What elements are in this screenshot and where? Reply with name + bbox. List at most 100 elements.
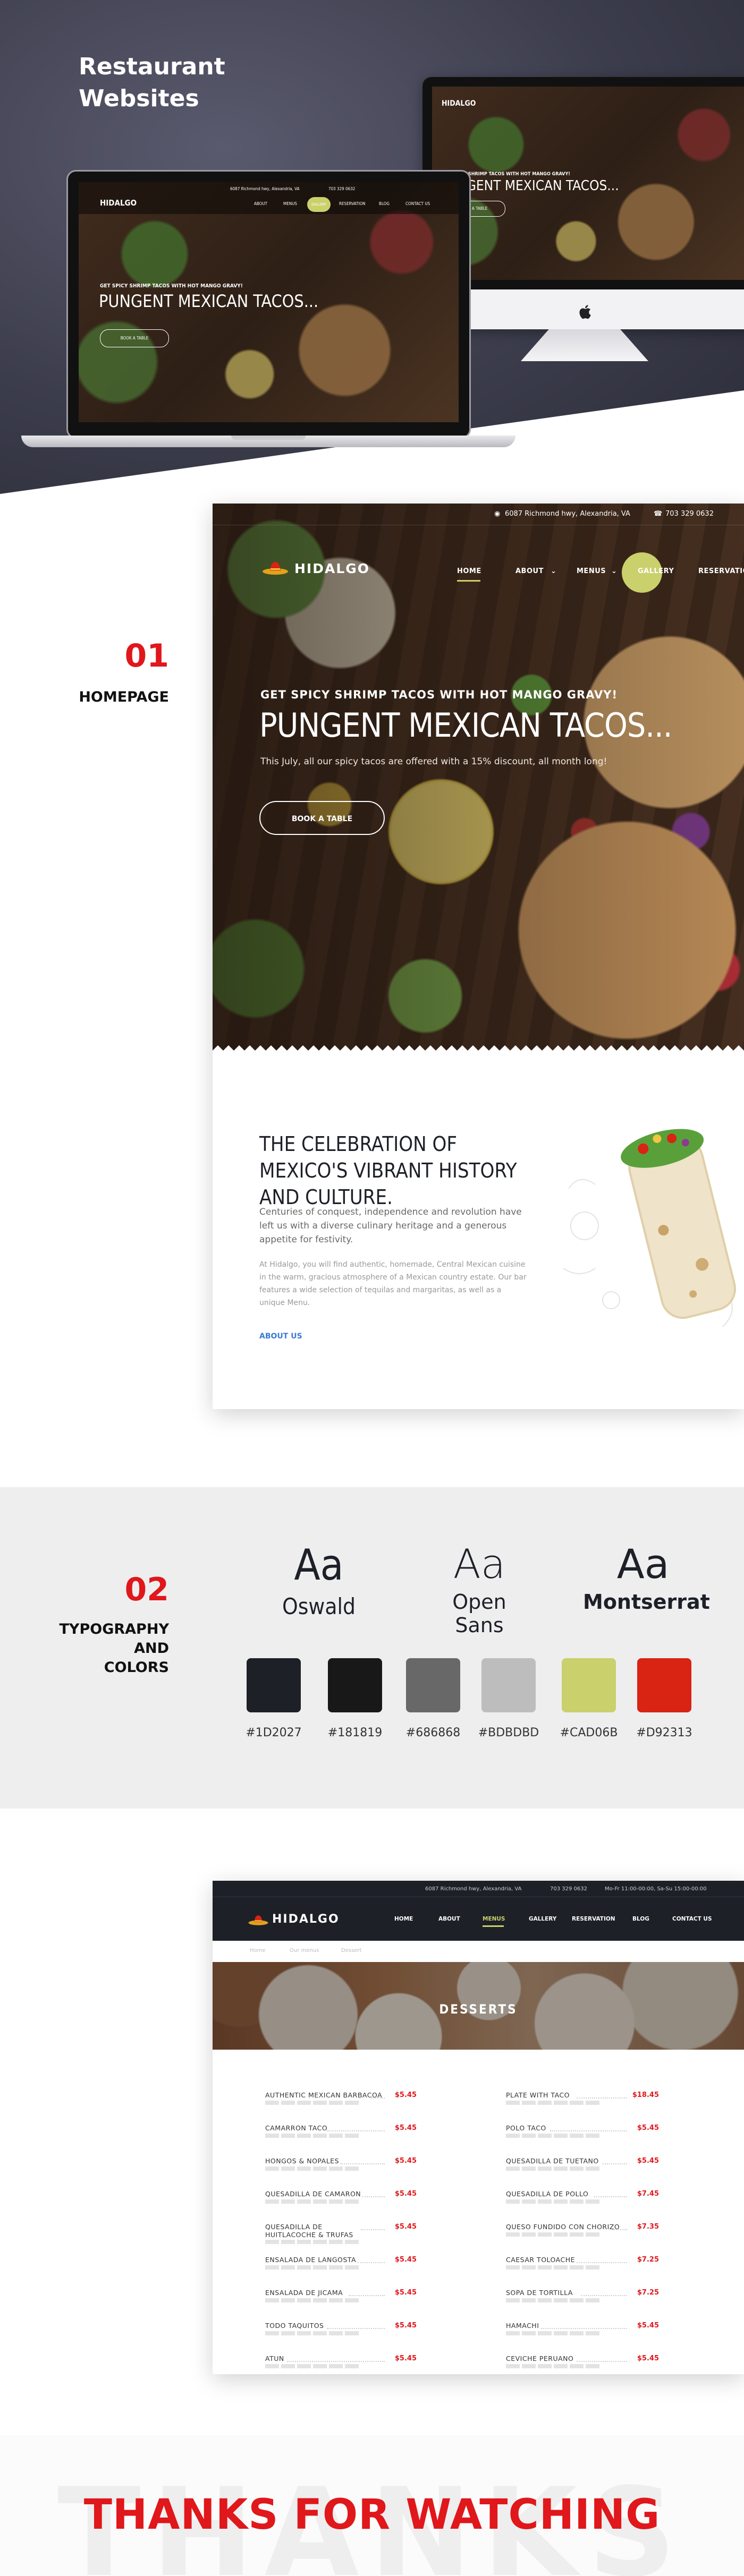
breadcrumb-menus[interactable]: Our menus — [290, 1948, 319, 1954]
sombrero-logo-icon[interactable] — [261, 558, 289, 577]
about-lead: Centuries of conquest, independence and … — [259, 1207, 522, 1245]
topbar-location-icon: ◉ — [494, 510, 501, 518]
menu-left-item-description — [265, 2134, 361, 2138]
menu-right-item-price: $5.45 — [637, 2355, 659, 2362]
macbook-nav-gallery[interactable]: GALLERY — [307, 197, 331, 212]
menu-left-item-description — [265, 2364, 361, 2368]
macbook-notch — [231, 436, 306, 440]
macbook-nav-about[interactable]: ABOUT — [254, 201, 267, 206]
breadcrumb-home[interactable]: Home — [250, 1948, 266, 1954]
nav-gallery[interactable]: GALLERY — [638, 567, 674, 575]
font-sample-oswald: Aa — [294, 1540, 344, 1590]
menu-nav-contact[interactable]: CONTACT US — [672, 1916, 712, 1922]
nav-menus[interactable]: MENUS — [577, 567, 606, 575]
font-name-montserrat: Montserrat — [583, 1590, 710, 1614]
menu-left-item-leader — [371, 2097, 385, 2099]
section-number-homepage: 01 — [124, 637, 170, 675]
imac-brand: HIDALGO — [442, 99, 476, 108]
about-us-link[interactable]: ABOUT US — [259, 1332, 302, 1341]
typography-colors-section: 02 TYPOGRAPHY AND COLORS Aa Oswald Aa Op… — [0, 1487, 744, 1809]
homepage-mockup: ◉ 6087 Richmond hwy, Alexandria, VA ☎ 70… — [213, 504, 744, 1409]
menu-nav-blog[interactable]: BLOG — [632, 1916, 649, 1922]
menu-brand[interactable]: HIDALGO — [272, 1913, 340, 1926]
topbar-phone-icon: ☎ — [654, 510, 663, 518]
menu-left-item-price: $5.45 — [394, 2091, 417, 2099]
macbook-brand: HIDALGO — [100, 198, 137, 208]
hero-title: Restaurant Websites — [79, 51, 270, 115]
menu-right-item-description — [506, 2364, 602, 2368]
hero-subtext: This July, all our spicy tacos are offer… — [260, 756, 607, 767]
menu-left-item-price: $5.45 — [394, 2355, 417, 2362]
menu-right-item-price: $7.25 — [637, 2289, 659, 2297]
hero-headline: PUNGENT MEXICAN TACOS... — [259, 706, 672, 745]
nav-home[interactable]: HOME — [457, 567, 481, 575]
menu-right-item-description — [506, 2199, 602, 2204]
menu-nav-reservation[interactable]: RESERVATION — [572, 1916, 615, 1922]
menu-nav-menus-underline — [483, 1925, 504, 1927]
menu-topbar-hours: Mo-Fr 11:00-00:00, Sa-Su 15:00-00:00 — [605, 1886, 707, 1892]
macbook-headline: PUNGENT MEXICAN TACOS... — [99, 291, 319, 311]
menu-sombrero-logo-icon[interactable] — [248, 1912, 269, 1927]
menu-left-item-leader — [361, 2229, 385, 2230]
menu-left-item-price: $5.45 — [394, 2223, 417, 2231]
swatch-label-6: #D92313 — [636, 1726, 692, 1739]
swatch-label-3: #686868 — [405, 1726, 461, 1739]
macbook-nav-contact[interactable]: CONTACT US — [405, 201, 430, 206]
menu-left-item-price: $5.45 — [394, 2256, 417, 2264]
section-label-typography: TYPOGRAPHY AND COLORS — [32, 1620, 170, 1677]
menu-left-item-name: CAMARRON TACO — [265, 2124, 328, 2132]
menu-right-item-leader — [612, 2229, 627, 2230]
nav-home-underline — [457, 580, 480, 582]
swatch-color-1 — [247, 1658, 301, 1712]
macbook-book-button[interactable]: BOOK A TABLE — [100, 329, 169, 347]
section-label-line1: TYPOGRAPHY — [59, 1621, 170, 1637]
menu-right-item-description — [506, 2134, 602, 2138]
section-number-typography: 02 — [124, 1571, 170, 1608]
nav-menus-chevron-icon: ⌄ — [611, 567, 618, 575]
menu-right-item-leader — [594, 2196, 627, 2197]
menu-topbar-phone: 703 329 0632 — [550, 1886, 587, 1892]
nav-about[interactable]: ABOUT — [515, 567, 544, 575]
menu-right-item-leader — [549, 2130, 627, 2131]
macbook-nav-reservation[interactable]: RESERVATION — [339, 201, 366, 206]
font-name-oswald: Oswald — [282, 1593, 356, 1619]
menu-left-item-leader — [340, 2163, 385, 2164]
nav-reservation[interactable]: RESERVATIO — [698, 567, 744, 575]
menu-right-item-name: QUESADILLA DE POLLO — [506, 2190, 589, 2198]
menu-nav-gallery[interactable]: GALLERY — [529, 1916, 556, 1922]
homepage-nav: HIDALGO HOME ABOUT ⌄ MENUS ⌄ GALLERY RES… — [213, 525, 744, 593]
macbook-nav-menus[interactable]: MENUS — [283, 201, 297, 206]
macbook-nav-blog[interactable]: BLOG — [379, 201, 390, 206]
menu-left-item-name: QUESADILLA DE HUITLACOCHE & TRUFAS — [265, 2223, 353, 2239]
menu-left-item-leader — [326, 2328, 385, 2329]
about-body: At Hidalgo, you will find authentic, hom… — [259, 1260, 527, 1307]
menu-left-item-description — [265, 2298, 361, 2302]
menu-right-item-leader — [576, 2097, 627, 2099]
section-label-line2: AND — [134, 1640, 169, 1657]
menu-left-item-leader — [349, 2295, 385, 2296]
hero-title-line2: Websites — [79, 85, 199, 112]
book-table-button[interactable]: BOOK A TABLE — [259, 801, 385, 835]
menu-right-item-description — [506, 2166, 602, 2171]
menu-right-item-leader — [541, 2328, 627, 2329]
imac-stand — [521, 329, 648, 361]
menu-right-item-name: CEVICHE PERUANO — [506, 2355, 574, 2362]
menu-nav-menus[interactable]: MENUS — [483, 1916, 505, 1922]
menu-right-item-leader — [576, 2361, 627, 2362]
menu-left-item-name: TODO TAQUITOS — [265, 2322, 324, 2330]
homepage-topbar: ◉ 6087 Richmond hwy, Alexandria, VA ☎ 70… — [213, 504, 744, 525]
menu-left-item-name: QUESADILLA DE CAMARON — [265, 2190, 361, 2198]
menu-nav-about[interactable]: ABOUT — [438, 1916, 460, 1922]
desserts-title: DESSERTS — [439, 2002, 518, 2017]
font-sample-open-sans: Aa — [453, 1540, 506, 1588]
thanks-section: THANKS THANKS FOR WATCHING — [0, 2435, 744, 2576]
burrito-illustration — [563, 1129, 736, 1327]
menu-left-item-name: HONGOS & NOPALES — [265, 2157, 340, 2165]
section-label-homepage: HOMEPAGE — [79, 689, 169, 705]
hero-kicker: GET SPICY SHRIMP TACOS WITH HOT MANGO GR… — [260, 688, 618, 701]
menu-right-item-name: POLO TACO — [506, 2124, 546, 2132]
menu-nav-home[interactable]: HOME — [394, 1916, 413, 1922]
hero-title-line1: Restaurant — [79, 53, 225, 80]
menu-right-item-name: PLATE WITH TACO — [506, 2091, 570, 2099]
homepage-brand[interactable]: HIDALGO — [294, 561, 370, 576]
